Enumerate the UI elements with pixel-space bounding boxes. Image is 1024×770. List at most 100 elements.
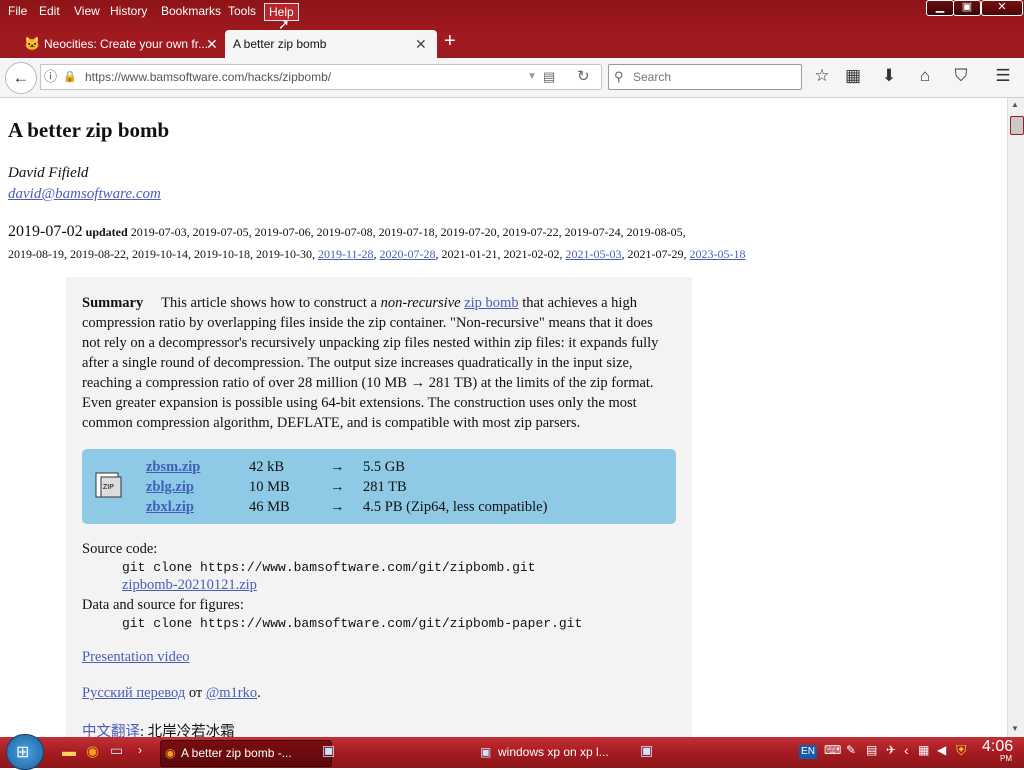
search-placeholder: Search — [633, 70, 672, 84]
arrow-text: → — [330, 499, 345, 515]
presentation-video-link[interactable]: Presentation video — [82, 649, 190, 666]
updated-dates-text: 2019-08-19, 2019-08-22, 2019-10-14, 2019… — [8, 247, 315, 261]
summary-sentence: that achieves a high compression ratio b… — [82, 295, 659, 431]
download-link[interactable]: zbsm.zip — [146, 457, 249, 477]
data-command: git clone https://www.bamsoftware.com/gi… — [122, 616, 583, 631]
chevron-left-icon[interactable]: ‹ — [904, 742, 909, 758]
updated-dates-text: 2021-07-29, — [627, 247, 687, 261]
output-size: 281 TB — [363, 479, 407, 495]
keyboard-icon[interactable]: ⌨ — [824, 743, 841, 757]
source-command: git clone https://www.bamsoftware.com/gi… — [122, 560, 536, 575]
back-button[interactable]: ← — [5, 62, 37, 94]
summary-text: Summary This article shows how to constr… — [82, 293, 674, 433]
start-button[interactable]: ⊞ — [6, 734, 44, 770]
home-icon[interactable]: ⌂ — [914, 66, 936, 86]
reader-view-icon[interactable]: ▤ — [543, 65, 555, 89]
maximize-button[interactable]: ▣ — [953, 0, 981, 16]
menu-file[interactable]: File — [4, 3, 31, 19]
task-app-icon[interactable]: ▣ — [322, 742, 335, 759]
russian-translation-link[interactable]: Русский перевод — [82, 685, 185, 701]
close-tab-icon[interactable]: ✕ — [206, 30, 218, 58]
task-label: windows xp on xp l... — [498, 745, 609, 759]
menu-view[interactable]: View — [70, 3, 104, 19]
summary-panel: Summary This article shows how to constr… — [66, 277, 692, 737]
arrow-text: → — [330, 459, 345, 475]
firefox-icon: ◉ — [165, 746, 176, 760]
task-app-icon[interactable]: ▣ — [640, 742, 653, 759]
bookmarks-list-icon[interactable]: ▦ — [842, 66, 864, 86]
author-email-link[interactable]: david@bamsoftware.com — [8, 186, 161, 203]
menu-bookmarks[interactable]: Bookmarks — [157, 3, 225, 19]
menu-history[interactable]: History — [106, 3, 151, 19]
zip-bomb-link[interactable]: zip bomb — [464, 295, 518, 311]
bookmark-star-icon[interactable]: ☆ — [811, 66, 833, 86]
translator-name: : 北岸冷若冰霜 — [140, 724, 235, 737]
source-zip-link[interactable]: zipbomb-20210121.zip — [122, 577, 257, 594]
clock-time: 4:06 — [982, 738, 1014, 755]
data-label: Data and source for figures: — [82, 597, 244, 613]
svg-text:ZIP: ZIP — [103, 484, 114, 491]
updated-dates: 2019-07-02 updated 2019-07-03, 2019-07-0… — [8, 223, 746, 261]
volume-icon[interactable]: ◀ — [937, 743, 946, 757]
downloads-icon[interactable]: ⬇ — [878, 66, 900, 86]
download-link[interactable]: zblg.zip — [146, 477, 249, 497]
tray-icon[interactable]: ✈ — [886, 743, 896, 757]
list-item: zblg.zip 10 MB → 281 TB — [146, 477, 547, 497]
explorer-icon[interactable]: ▬ — [62, 743, 76, 759]
author-name: David Fifield — [8, 165, 89, 181]
security-shield-icon[interactable]: ⛨ — [956, 742, 967, 759]
desktop-icon[interactable]: ▭ — [110, 742, 123, 759]
pen-icon[interactable]: ✎ — [846, 743, 856, 757]
url-text[interactable]: https://www.bamsoftware.com/hacks/zipbom… — [85, 65, 331, 89]
date-link[interactable]: 2021-05-03 — [566, 247, 622, 261]
updated-label: updated — [85, 225, 128, 239]
network-icon[interactable]: ▦ — [918, 743, 929, 757]
menu-edit[interactable]: Edit — [35, 3, 64, 19]
scroll-down-icon[interactable]: ▼ — [1011, 724, 1019, 733]
date-link[interactable]: 2020-07-28 — [380, 247, 436, 261]
file-list: zbsm.zip 42 kB → 5.5 GB zblg.zip 10 MB → 281 T… — [146, 457, 547, 517]
reload-icon[interactable]: ↻ — [577, 65, 590, 89]
page-title: A better zip bomb — [8, 118, 170, 142]
file-size: 10 MB — [249, 479, 290, 495]
close-tab-icon[interactable]: ✕ — [415, 30, 427, 58]
search-icon: ⚲ — [614, 69, 624, 84]
list-item: zbxl.zip 46 MB → 4.5 PB (Zip64, less compat… — [146, 497, 547, 517]
pocket-icon[interactable]: ⛉ — [950, 66, 972, 86]
list-item: zbsm.zip 42 kB → 5.5 GB — [146, 457, 547, 477]
minimize-button[interactable]: ▁ — [926, 0, 954, 16]
download-link[interactable]: zbxl.zip — [146, 497, 249, 517]
chinese-translation-link[interactable]: 中文翻译 — [82, 724, 140, 737]
menu-hamburger-icon[interactable]: ☰ — [992, 66, 1014, 86]
publish-date: 2019-07-02 — [8, 223, 83, 240]
new-tab-icon[interactable]: + — [444, 30, 456, 53]
updated-dates-text: 2021-01-21, 2021-02-02, — [441, 247, 563, 261]
tab-neocities[interactable]: 🐱 Neocities: Create your own fr... ✕ — [20, 30, 220, 58]
info-icon[interactable]: ⓘ — [44, 65, 57, 89]
tray-icon[interactable]: ▤ — [866, 743, 877, 757]
scroll-up-icon[interactable]: ▲ — [1011, 100, 1019, 109]
url-bar[interactable]: ⓘ 🔒 https://www.bamsoftware.com/hacks/zi… — [40, 64, 602, 90]
taskbar-item-windows-xp[interactable]: ▣ windows xp on xp l... — [478, 740, 648, 765]
updated-dates-text: 2019-07-03, 2019-07-05, 2019-07-06, 2019… — [130, 225, 686, 239]
close-window-button[interactable]: ✕ — [981, 0, 1023, 16]
translator-link[interactable]: @m1rko — [206, 685, 257, 701]
menu-tools[interactable]: Tools — [224, 3, 260, 19]
date-link[interactable]: 2023-05-18 — [690, 247, 746, 261]
taskbar-item-firefox[interactable]: ◉ A better zip bomb -... — [160, 740, 332, 767]
summary-sentence: This article shows how to construct a — [161, 295, 377, 311]
zip-file-icon: ZIP — [92, 469, 124, 501]
chevron-right-icon[interactable]: › — [138, 743, 142, 757]
page-scrollbar[interactable]: ▲ ▼ — [1007, 98, 1024, 737]
search-input[interactable]: ⚲ Search — [608, 64, 802, 90]
output-size: 5.5 GB — [363, 459, 405, 475]
chinese-translation: 中文翻译: 北岸冷若冰霜 — [82, 720, 235, 737]
language-indicator[interactable]: EN — [799, 745, 817, 759]
chevron-down-icon[interactable]: ▼ — [527, 65, 537, 89]
firefox-icon[interactable]: ◉ — [86, 742, 99, 760]
scroll-thumb[interactable] — [1010, 116, 1024, 135]
taskbar: ⊞ ▬ ◉ ▭ › ◉ A better zip bomb -... ▣ ▣ w… — [0, 734, 1024, 770]
tab-zipbomb[interactable]: A better zip bomb ✕ — [225, 30, 437, 58]
date-link[interactable]: 2019-11-28 — [318, 247, 374, 261]
navigation-toolbar: ← ⓘ 🔒 https://www.bamsoftware.com/hacks/… — [0, 58, 1024, 98]
